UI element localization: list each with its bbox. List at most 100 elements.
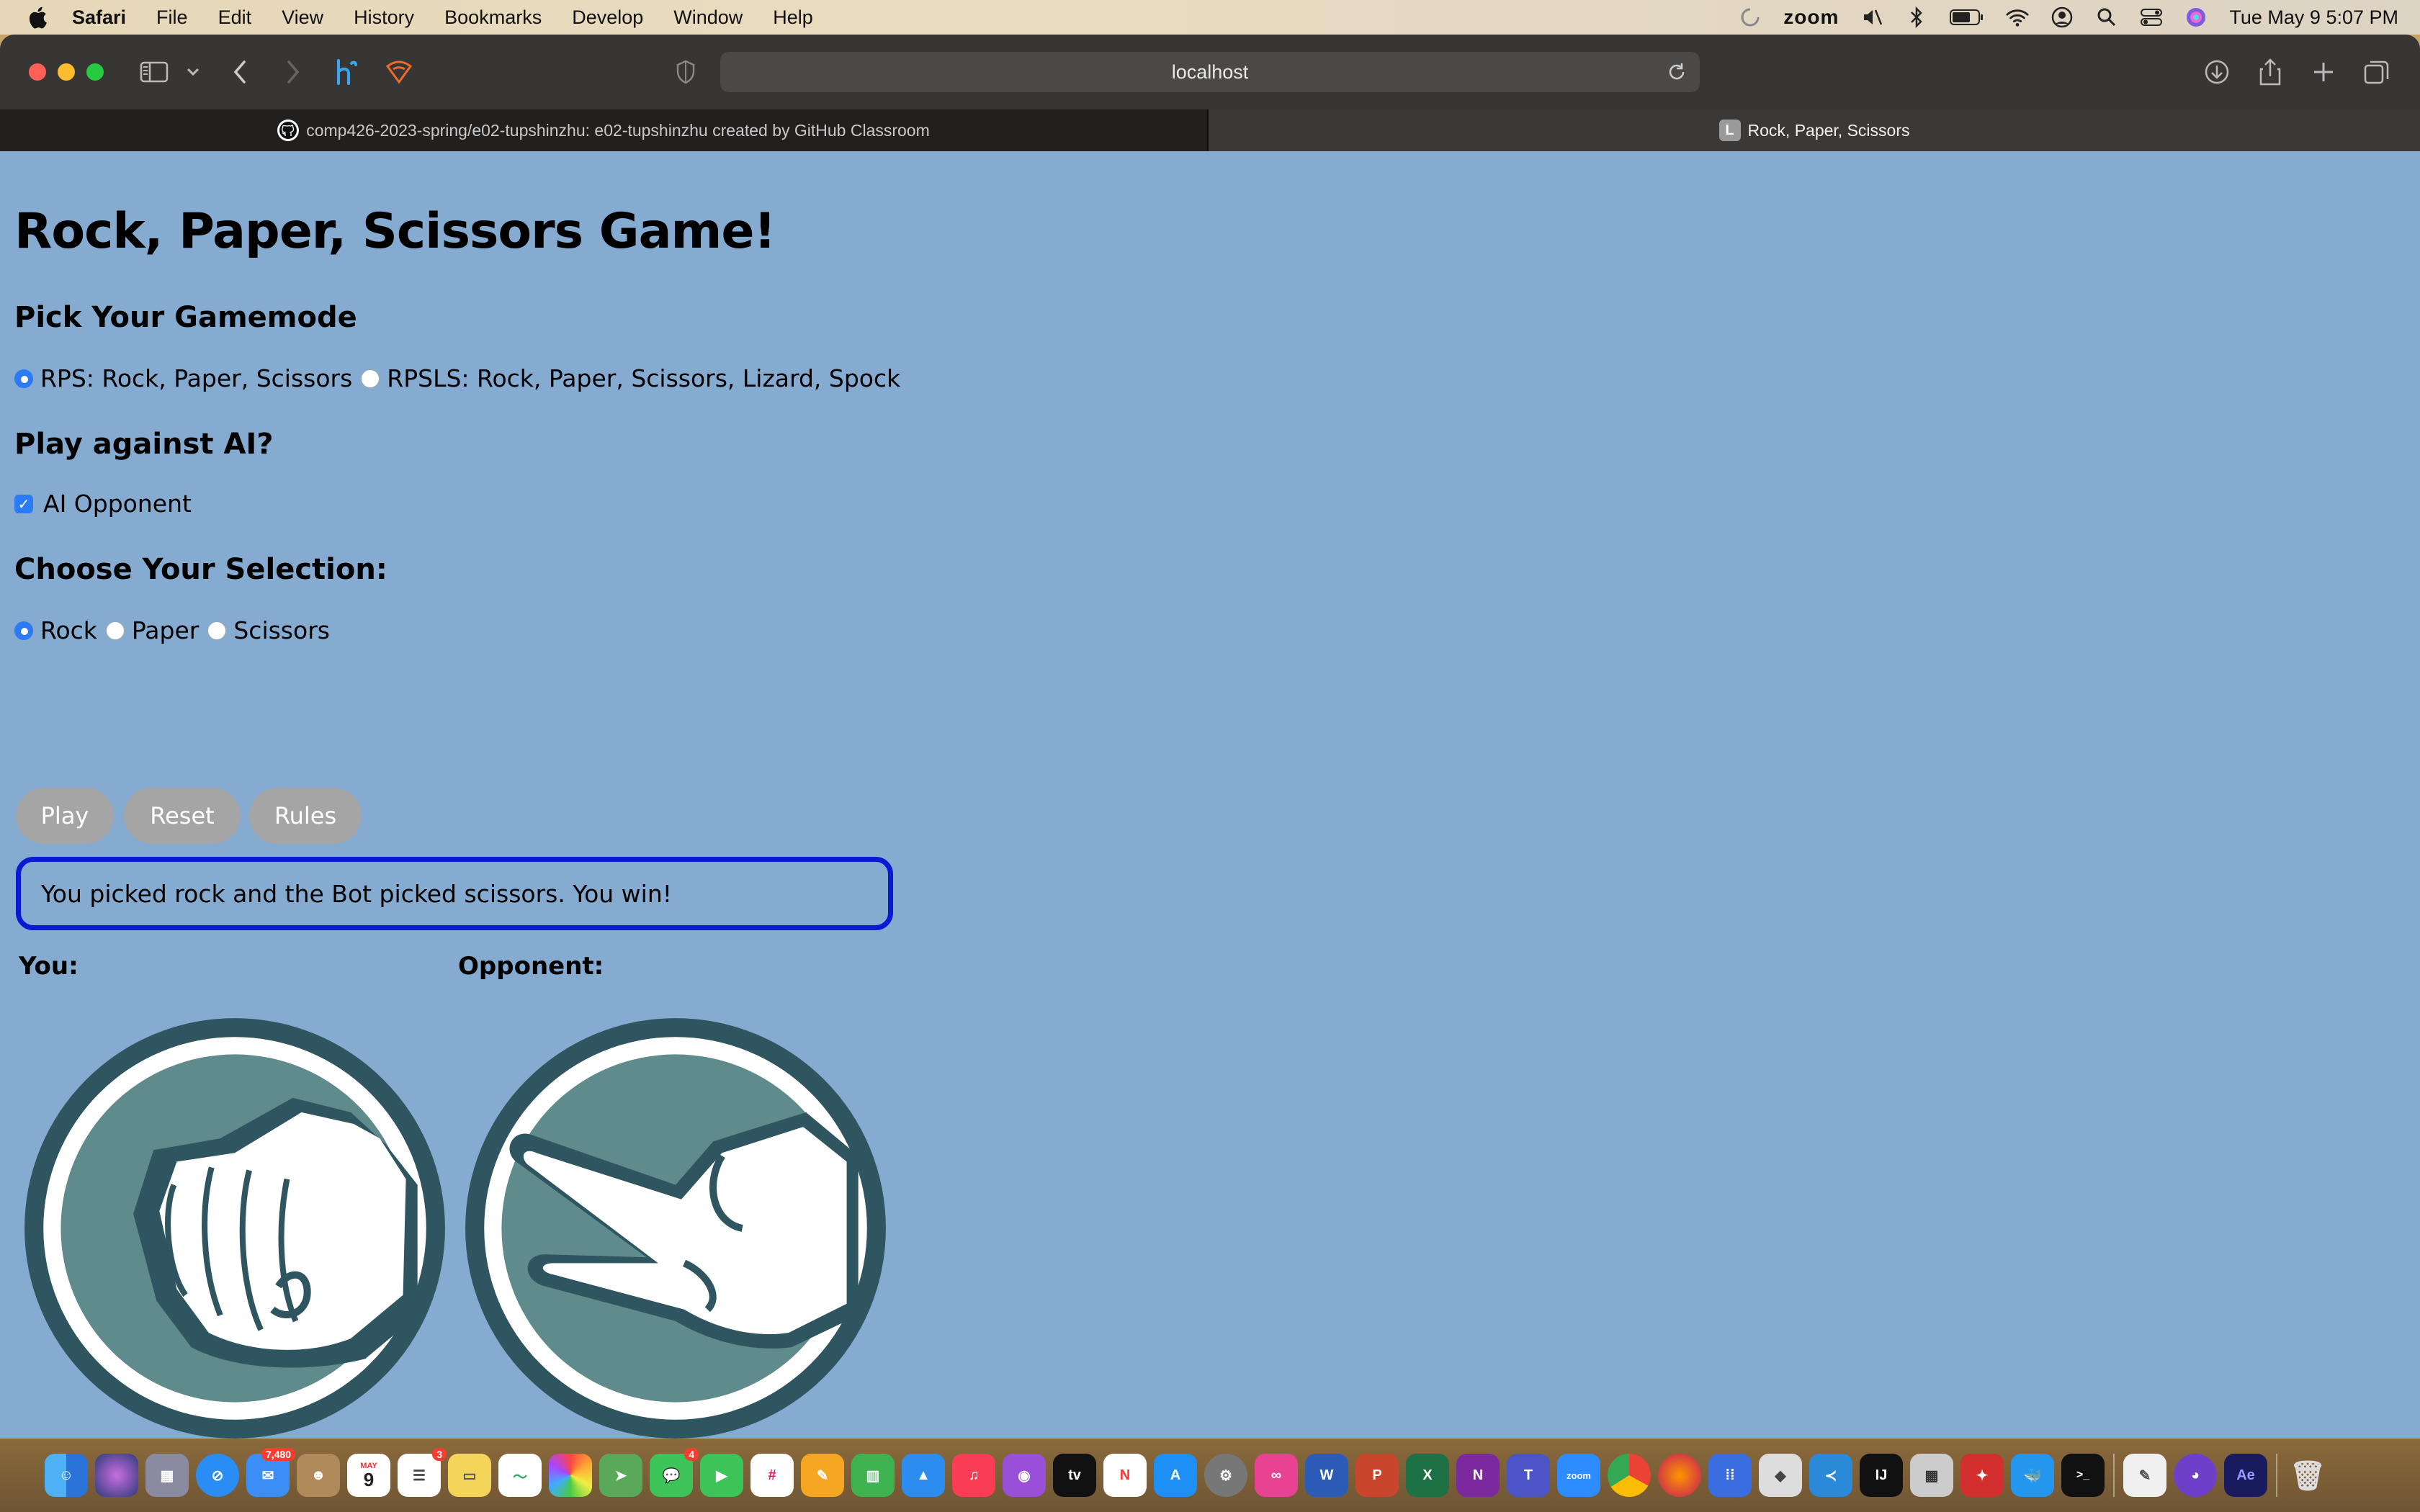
sidebar-menu-chevron-down-icon[interactable] [177,56,209,88]
bluetooth-icon[interactable] [1905,6,1928,29]
music-icon[interactable]: ♫ [952,1454,995,1497]
roblox-icon[interactable]: ◆ [1759,1454,1802,1497]
paper-label[interactable]: Paper [132,616,199,644]
vscode-icon[interactable]: ≺ [1809,1454,1852,1497]
github-desktop-icon[interactable]: ◕ [2174,1454,2217,1497]
gamemode-rpsls-label[interactable]: RPSLS: Rock, Paper, Scissors, Lizard, Sp… [387,364,900,392]
menu-edit[interactable]: Edit [218,6,252,29]
address-bar[interactable]: localhost [720,52,1700,92]
close-window-button[interactable] [29,63,46,81]
forward-chevron-icon[interactable] [277,56,308,88]
menu-history[interactable]: History [354,6,414,29]
slack-icon[interactable]: # [750,1454,794,1497]
numbers-icon[interactable]: ▥ [851,1454,895,1497]
app-store-icon[interactable]: A [1154,1454,1197,1497]
menu-file[interactable]: File [156,6,188,29]
rock-radio[interactable] [14,621,33,640]
maps-icon[interactable]: ➤ [599,1454,642,1497]
honey-extension-icon[interactable] [330,56,362,88]
zoom-app-icon[interactable]: zoom [1557,1454,1600,1497]
menu-window[interactable]: Window [673,6,743,29]
menu-clock[interactable]: Tue May 9 5:07 PM [2229,6,2398,29]
facetime-icon[interactable]: ▶ [700,1454,743,1497]
reminders-icon[interactable]: ☰ 3 [398,1448,447,1497]
siri-icon[interactable] [2184,6,2208,29]
dock: ☺ ▦ ⊘ ✉ 7,480 ☻ MAY 9 ☰ 3 ▭ 〜 ➤ 💬 4 ▶ # ✎ ▥… [0,1439,2420,1512]
menu-bookmarks[interactable]: Bookmarks [444,6,542,29]
menu-help[interactable]: Help [773,6,813,29]
teams-icon[interactable]: T [1507,1454,1550,1497]
extension-shield-icon[interactable] [383,56,415,88]
after-effects-icon[interactable]: Ae [2224,1454,2267,1497]
share-icon[interactable] [2254,56,2286,88]
spotlight-search-icon[interactable] [2095,6,2118,29]
photos-icon[interactable] [549,1454,592,1497]
paper-radio[interactable] [105,621,125,640]
ai-opponent-checkbox[interactable]: ✓ [14,494,33,513]
rock-label[interactable]: Rock [40,616,97,644]
system-settings-gear-icon[interactable]: ⚙ [1204,1454,1247,1497]
docker-icon[interactable]: 🐳 [2011,1454,2054,1497]
pages-icon[interactable]: ✎ [801,1454,844,1497]
textedit-icon[interactable]: ✎ [2123,1454,2166,1497]
scissors-label[interactable]: Scissors [233,616,330,644]
gamemode-rps-label[interactable]: RPS: Rock, Paper, Scissors [40,364,352,392]
control-center-icon[interactable] [2140,6,2163,29]
siri-dock-icon[interactable] [95,1454,138,1497]
downloads-icon[interactable] [2201,56,2233,88]
tab-github-classroom[interactable]: comp426-2023-spring/e02-tupshinzhu: e02-… [0,109,1209,151]
podcasts-icon[interactable]: ◉ [1003,1454,1046,1497]
terminal-icon[interactable]: >_ [2061,1454,2105,1497]
powerpoint-icon[interactable]: P [1355,1454,1399,1497]
tab-overview-icon[interactable] [2361,56,2393,88]
apple-tv-icon[interactable]: tv [1053,1454,1096,1497]
onenote-icon[interactable]: N [1456,1454,1500,1497]
menu-app-name[interactable]: Safari [72,6,126,29]
fullscreen-window-button[interactable] [86,63,104,81]
menu-view[interactable]: View [282,6,323,29]
user-account-icon[interactable] [2051,6,2074,29]
trash-icon[interactable]: 🗑 [2286,1454,2329,1497]
new-tab-plus-icon[interactable] [2308,56,2339,88]
word-icon[interactable]: W [1305,1454,1348,1497]
firefox-icon[interactable] [1658,1454,1701,1497]
minimize-window-button[interactable] [58,63,75,81]
back-chevron-icon[interactable] [225,56,256,88]
creative-cloud-icon[interactable]: ∞ [1255,1454,1298,1497]
messages-icon[interactable]: 💬 4 [650,1448,699,1497]
apple-icon[interactable] [27,6,48,29]
safari-compass-icon[interactable]: ⊘ [196,1454,239,1497]
gamemode-rps-radio[interactable] [14,369,33,388]
wifi-icon[interactable] [2006,6,2029,29]
news-icon[interactable]: N [1103,1454,1147,1497]
reload-icon[interactable] [1667,62,1687,82]
notes-icon[interactable]: ▭ [448,1454,491,1497]
privacy-shield-icon[interactable] [670,56,702,88]
intellij-icon[interactable]: IJ [1860,1454,1903,1497]
ai-opponent-label[interactable]: AI Opponent [43,490,192,518]
volume-muted-icon[interactable] [1860,6,1883,29]
grid-app-icon[interactable]: ⁞⁞ [1708,1454,1752,1497]
tab-rock-paper-scissors[interactable]: L Rock, Paper, Scissors [1209,109,2420,151]
play-button[interactable]: Play [16,788,114,844]
battery-icon[interactable] [1950,6,1984,29]
contacts-icon[interactable]: ☻ [297,1454,340,1497]
acrobat-icon[interactable]: ✦ [1960,1454,2004,1497]
scissors-radio[interactable] [207,621,227,640]
calendar-icon[interactable]: MAY 9 [347,1454,390,1497]
finder-icon[interactable]: ☺ [45,1454,88,1497]
menu-develop[interactable]: Develop [572,6,643,29]
chrome-icon[interactable] [1608,1454,1651,1497]
gamemode-rpsls-radio[interactable] [361,369,380,388]
keynote-icon[interactable]: ▲ [902,1454,945,1497]
reset-button[interactable]: Reset [124,788,241,844]
mail-icon[interactable]: ✉ 7,480 [246,1448,295,1497]
rules-button[interactable]: Rules [249,788,362,844]
loading-spinner-icon[interactable] [1739,6,1762,29]
calculator-icon[interactable]: ▦ [1910,1454,1953,1497]
launchpad-icon[interactable]: ▦ [145,1454,189,1497]
freeform-icon[interactable]: 〜 [498,1454,542,1497]
sidebar-toggle-icon[interactable] [138,56,170,88]
excel-icon[interactable]: X [1406,1454,1449,1497]
zoom-menu-extra[interactable]: zoom [1783,6,1839,29]
